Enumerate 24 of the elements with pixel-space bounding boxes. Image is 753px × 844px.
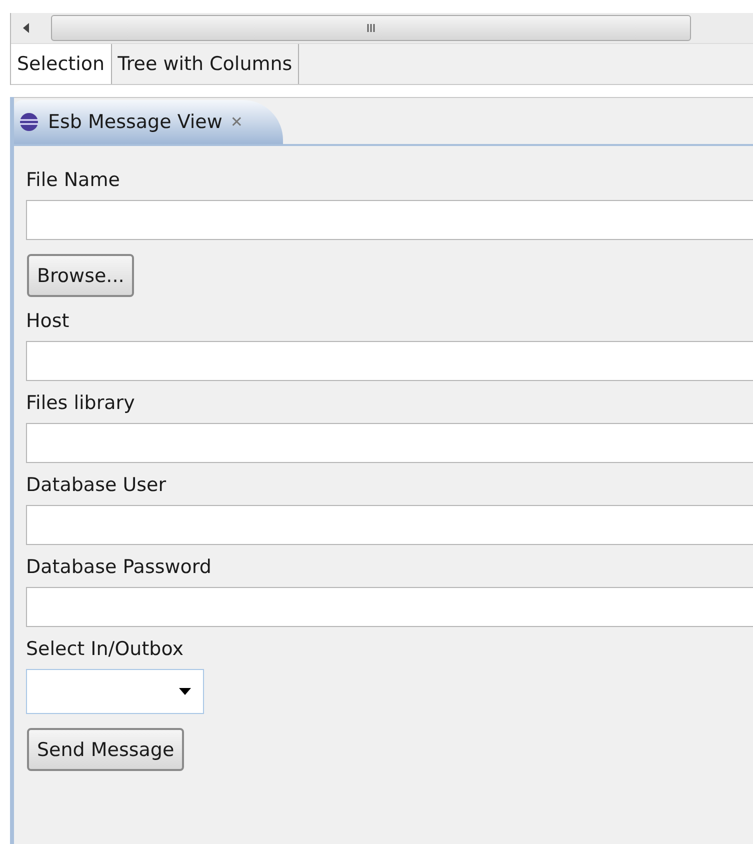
grip-icon <box>366 23 376 33</box>
view-title: Esb Message View <box>48 111 222 133</box>
text-field[interactable] <box>26 200 753 240</box>
text-field[interactable] <box>26 423 753 463</box>
field-label: File Name <box>26 168 120 193</box>
text-field[interactable] <box>26 341 753 381</box>
tab[interactable]: Tree with Columns <box>112 44 300 84</box>
field-label: Database User <box>26 473 166 498</box>
field-label: Database Password <box>26 555 212 580</box>
tab[interactable]: Selection <box>11 44 112 84</box>
view-tab[interactable]: Esb Message View ✕ <box>14 100 283 144</box>
text-field[interactable] <box>26 587 753 627</box>
field-label: Select In/Outbox <box>26 637 184 662</box>
horizontal-scrollbar[interactable] <box>11 13 753 44</box>
button[interactable]: Send Message <box>27 728 184 771</box>
globe-icon <box>18 111 40 133</box>
button[interactable]: Browse... <box>27 254 134 297</box>
caret-icon <box>179 688 191 695</box>
scroll-thumb[interactable] <box>51 15 691 41</box>
scroll-left-icon[interactable] <box>21 22 31 34</box>
field-label: Files library <box>26 391 135 416</box>
field-label: Host <box>26 309 70 334</box>
text-field[interactable] <box>26 505 753 545</box>
dropdown[interactable] <box>26 669 204 714</box>
